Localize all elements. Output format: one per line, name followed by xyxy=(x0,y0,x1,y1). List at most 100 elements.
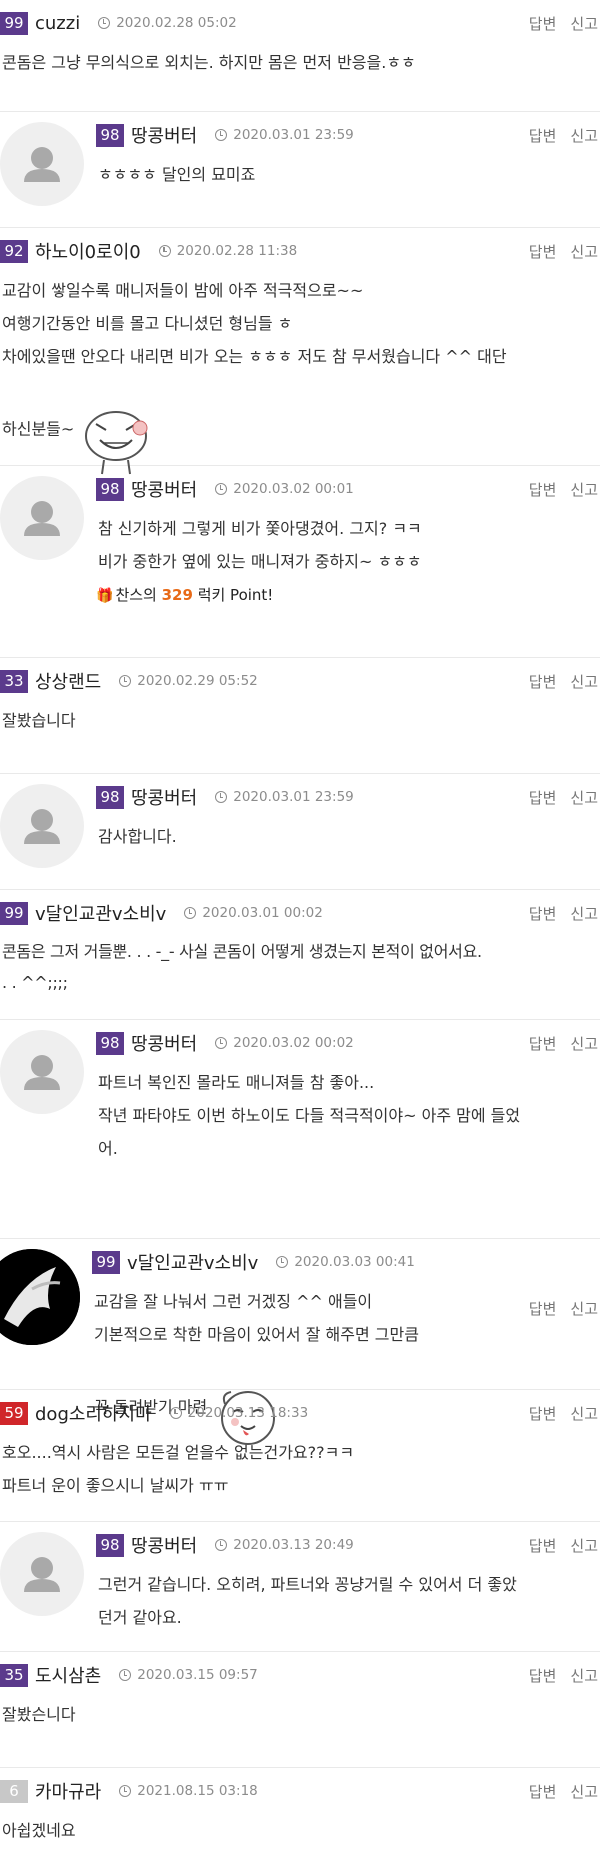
lucky-point: 🎁 찬스의 329 럭키 Point! xyxy=(96,586,274,604)
level-badge: 98 xyxy=(96,1031,124,1055)
level-badge: 99 xyxy=(0,11,28,35)
clock-icon xyxy=(215,791,228,803)
comment-actions: 답변 신고 xyxy=(529,1768,598,1814)
comment-header: 92 하노이0로이0 2020.02.28 11:38 답변 신고 xyxy=(0,228,600,274)
reply-button[interactable]: 답변 xyxy=(529,1403,557,1424)
comment-text: 콘돔은 그저 거들뿐. . . -_- 사실 콘돔이 어떻게 생겼는지 본적이 … xyxy=(2,942,482,992)
clock-icon xyxy=(215,129,228,141)
clock-icon xyxy=(276,1256,289,1268)
report-button[interactable]: 신고 xyxy=(570,125,598,146)
report-button[interactable]: 신고 xyxy=(570,787,598,808)
report-button[interactable]: 신고 xyxy=(570,13,598,34)
report-button[interactable]: 신고 xyxy=(570,241,598,262)
reply-button[interactable]: 답변 xyxy=(529,671,557,692)
author-name[interactable]: 땅콩버터 xyxy=(131,1532,197,1558)
comment-actions: 답변 신고 xyxy=(529,1390,598,1436)
comment-actions: 답변 신고 xyxy=(529,1522,598,1568)
comment: 99 v달인교관v소비v 2020.03.01 00:02 답변 신고 콘돔은 … xyxy=(0,890,600,1020)
author-name[interactable]: 상상랜드 xyxy=(35,668,101,694)
clock-icon xyxy=(215,1037,228,1049)
comment-text: 감사합니다. xyxy=(98,827,177,846)
level-badge: 98 xyxy=(96,1533,124,1557)
comment-header: 98 땅콩버터 2020.03.01 23:59 답변 신고 xyxy=(96,112,600,158)
author-name[interactable]: 땅콩버터 xyxy=(131,476,197,502)
comment-actions: 답변 신고 xyxy=(529,658,598,704)
reply-button[interactable]: 답변 xyxy=(529,13,557,34)
avatar xyxy=(0,122,84,206)
comment-text: 잘봤슨니다 xyxy=(2,1705,76,1724)
comment-date: 2020.03.03 00:41 xyxy=(276,1254,415,1270)
comment-actions: 답변 신고 xyxy=(529,0,598,46)
comment-text: 잘봤습니다 xyxy=(2,711,76,730)
level-badge: 98 xyxy=(96,123,124,147)
comment-header: 98 땅콩버터 2020.03.13 20:49 답변 신고 xyxy=(96,1522,600,1568)
report-button[interactable]: 신고 xyxy=(570,1665,598,1686)
comment: 59 dog소리하지마 2020.03.13 18:33 답변 신고 호오...… xyxy=(0,1390,600,1522)
comment-date: 2020.03.01 00:02 xyxy=(184,905,323,921)
comment-actions: 답변 신고 xyxy=(529,466,598,512)
reply-button[interactable]: 답변 xyxy=(529,1033,557,1054)
level-badge: 33 xyxy=(0,669,28,693)
level-badge: 99 xyxy=(92,1250,120,1274)
comment-date: 2020.02.28 05:02 xyxy=(98,15,237,31)
comment-reply: 98 땅콩버터 2020.03.02 00:01 답변 신고 참 신기하게 그렇… xyxy=(0,466,600,658)
comment-date: 2020.02.28 11:38 xyxy=(158,243,297,259)
level-badge: 59 xyxy=(0,1401,28,1425)
clock-icon xyxy=(184,907,197,919)
report-button[interactable]: 신고 xyxy=(570,1033,598,1054)
author-name[interactable]: v달인교관v소비v xyxy=(35,900,166,926)
comment-date: 2020.03.01 23:59 xyxy=(215,789,354,805)
comment-actions: 답변 신고 xyxy=(529,228,598,274)
reply-button[interactable]: 답변 xyxy=(529,1665,557,1686)
comment-actions: 답변 신고 xyxy=(529,1020,598,1066)
comment-text: 아쉽겠네요 xyxy=(2,1821,76,1840)
comment-reply: 98 땅콩버터 2020.03.01 23:59 답변 신고 감사합니다. xyxy=(0,774,600,890)
reply-button[interactable]: 답변 xyxy=(529,787,557,808)
author-name[interactable]: 하노이0로이0 xyxy=(35,238,141,264)
avatar xyxy=(0,1532,84,1616)
user-silhouette-icon xyxy=(24,147,60,182)
comment-header: 6 카마규라 2021.08.15 03:18 답변 신고 xyxy=(0,1768,600,1814)
report-button[interactable]: 신고 xyxy=(570,479,598,500)
comment-date: 2021.08.15 03:18 xyxy=(119,1783,258,1799)
comment-reply: 98 땅콩버터 2020.03.01 23:59 답변 신고 ㅎㅎㅎㅎ 달인의 … xyxy=(0,112,600,228)
author-name[interactable]: cuzzi xyxy=(35,13,80,34)
report-button[interactable]: 신고 xyxy=(570,1298,598,1319)
comment-date: 2020.03.13 20:49 xyxy=(215,1537,354,1553)
reply-button[interactable]: 답변 xyxy=(529,1535,557,1556)
author-name[interactable]: v달인교관v소비v xyxy=(127,1249,258,1275)
reply-button[interactable]: 답변 xyxy=(529,241,557,262)
clock-icon xyxy=(119,1669,132,1681)
author-name[interactable]: 도시삼촌 xyxy=(35,1662,101,1688)
comment-header: 35 도시삼촌 2020.03.15 09:57 답변 신고 xyxy=(0,1652,600,1698)
avatar xyxy=(0,1030,84,1114)
comment-date: 2020.03.13 18:33 xyxy=(169,1405,308,1421)
user-silhouette-icon xyxy=(24,1557,60,1592)
user-silhouette-icon xyxy=(24,1055,60,1090)
comment-text: 호오....역시 사람은 모든걸 얻을수 없는건가요??ㅋㅋ 파트너 운이 좋으… xyxy=(2,1443,355,1495)
comment-header: 98 땅콩버터 2020.03.02 00:02 답변 신고 xyxy=(96,1020,600,1066)
reply-button[interactable]: 답변 xyxy=(529,479,557,500)
comment-reply: 98 땅콩버터 2020.03.02 00:02 답변 신고 파트너 복인진 몰… xyxy=(0,1020,600,1445)
reply-button[interactable]: 답변 xyxy=(529,125,557,146)
report-button[interactable]: 신고 xyxy=(570,903,598,924)
reply-button[interactable]: 답변 xyxy=(529,1781,557,1802)
clock-icon xyxy=(215,483,228,495)
comment: 35 도시삼촌 2020.03.15 09:57 답변 신고 잘봤슨니다 xyxy=(0,1652,600,1768)
report-button[interactable]: 신고 xyxy=(570,1535,598,1556)
author-name[interactable]: 카마규라 xyxy=(35,1778,101,1804)
gift-icon: 🎁 xyxy=(96,588,114,604)
author-name[interactable]: 땅콩버터 xyxy=(131,122,197,148)
profile-photo-icon xyxy=(0,1249,80,1345)
reply-button[interactable]: 답변 xyxy=(529,1298,557,1319)
comment-text: 그런거 같습니다. 오히려, 파트너와 꽁냥거릴 수 있어서 더 좋았 던거 같… xyxy=(98,1575,517,1627)
clock-icon xyxy=(169,1407,182,1419)
report-button[interactable]: 신고 xyxy=(570,1781,598,1802)
author-name[interactable]: 땅콩버터 xyxy=(131,784,197,810)
comment-text: ㅎㅎㅎㅎ 달인의 묘미죠 xyxy=(98,165,256,184)
report-button[interactable]: 신고 xyxy=(570,671,598,692)
report-button[interactable]: 신고 xyxy=(570,1403,598,1424)
author-name[interactable]: dog소리하지마 xyxy=(35,1400,152,1426)
author-name[interactable]: 땅콩버터 xyxy=(131,1030,197,1056)
reply-button[interactable]: 답변 xyxy=(529,903,557,924)
